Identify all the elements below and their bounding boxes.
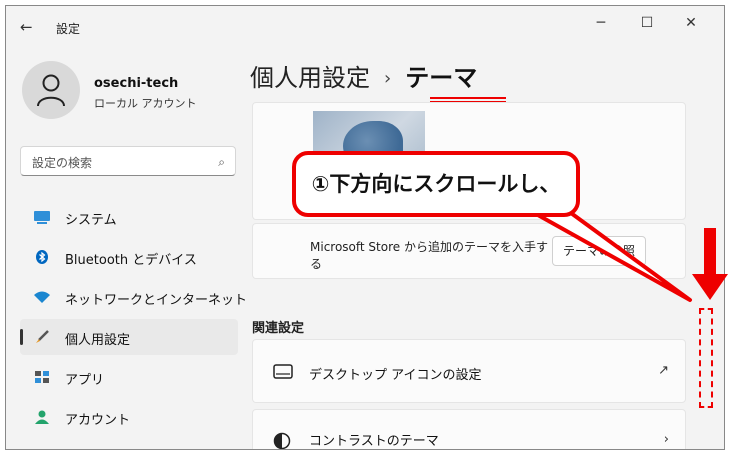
callout-tail	[518, 203, 692, 302]
annotation-text: ①下方向にスクロールし、	[311, 172, 561, 196]
annotation-callout: ①下方向にスクロールし、	[292, 151, 580, 217]
arrow-down-icon	[692, 228, 728, 300]
scrollbar-highlight-box	[699, 308, 713, 408]
